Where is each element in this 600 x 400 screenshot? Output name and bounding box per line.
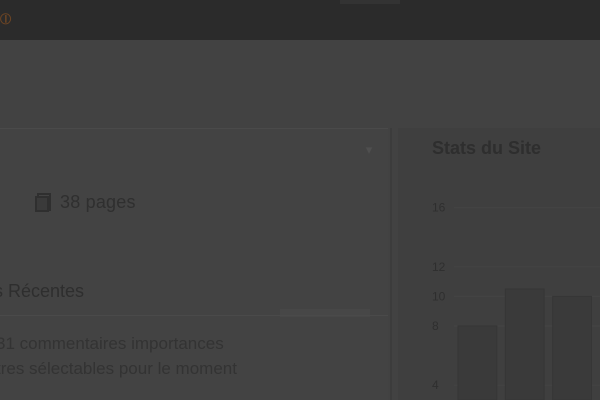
pages-icon xyxy=(34,192,54,212)
chart-bar[interactable] xyxy=(552,295,592,400)
glance-pages-item[interactable]: 38 pages xyxy=(34,191,136,213)
stats-title: Stats du Site xyxy=(432,138,542,158)
glance-pages-count: 38 pages xyxy=(60,191,136,212)
recent-section-title: s Récentes xyxy=(0,281,85,301)
admin-dashboard: ⦶ ▾ 38 pages s Récentes 31 commentaires … xyxy=(0,0,600,400)
chart-bar[interactable] xyxy=(504,288,545,400)
chart-ytick-label: 4 xyxy=(432,378,439,392)
chart-ytick-label: 10 xyxy=(432,289,446,303)
dashboard-widget-glance: ▾ 38 pages s Récentes 31 commentaires im… xyxy=(0,128,388,400)
stats-bar-chart: 16 12 10 8 4 xyxy=(432,201,600,400)
recent-notice-line-2: tres sélectables pour le moment xyxy=(0,359,237,378)
chart-ytick-label: 8 xyxy=(432,319,439,333)
widget-toggle-icon[interactable]: ▾ xyxy=(362,143,376,157)
site-logo-icon[interactable]: ⦶ xyxy=(0,10,12,30)
column-divider xyxy=(390,128,392,400)
chart-ytick-label: 12 xyxy=(432,260,446,274)
chart-ytick-label: 16 xyxy=(432,201,446,215)
site-stats-widget: Stats du Site 16 12 10 8 4 xyxy=(398,128,600,400)
recent-divider xyxy=(0,315,388,316)
chart-bar[interactable] xyxy=(457,325,498,400)
topbar-divider xyxy=(340,0,400,4)
admin-topbar: ⦶ xyxy=(0,0,600,40)
recent-notice-line-1: 31 commentaires importances xyxy=(0,334,224,353)
